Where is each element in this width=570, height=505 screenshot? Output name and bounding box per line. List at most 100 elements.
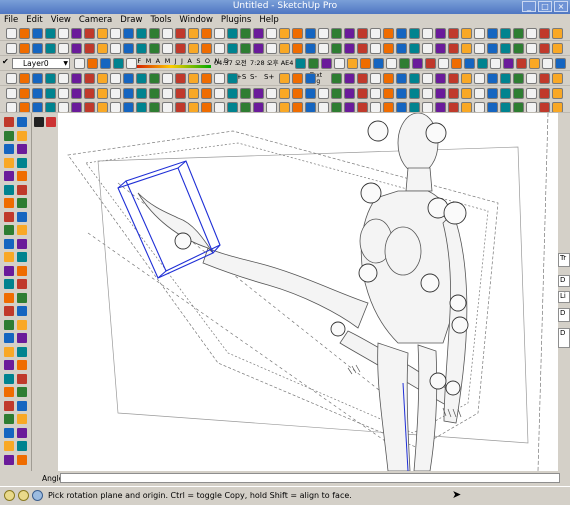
toolbar-tool-icon[interactable] [409, 28, 420, 39]
toolbar-tool-icon[interactable] [370, 73, 381, 84]
zoomext-icon[interactable] [17, 441, 27, 451]
toolbar-tool-icon[interactable] [227, 88, 238, 99]
toolbar-tool-icon[interactable] [500, 28, 511, 39]
toolbar-tool-icon[interactable] [6, 88, 17, 99]
toolbar-tool-icon[interactable] [409, 102, 420, 112]
toolbar-tool-icon[interactable] [539, 28, 550, 39]
toolbar-tool-icon[interactable] [123, 73, 134, 84]
toolbar-tool-icon[interactable] [448, 88, 459, 99]
toolbar-tool-icon[interactable] [175, 43, 186, 54]
zoom-icon[interactable] [4, 414, 14, 424]
toolbar-tool-icon[interactable] [396, 28, 407, 39]
toolbar-tool-icon[interactable] [32, 102, 43, 112]
axes-icon[interactable] [4, 360, 14, 370]
toolbar-tool-icon[interactable] [136, 73, 147, 84]
line-icon[interactable] [4, 184, 14, 195]
move-icon[interactable] [17, 225, 27, 235]
toolbar-tool-icon[interactable] [188, 73, 199, 84]
walk-icon[interactable] [4, 454, 14, 465]
toolbar-tool-icon[interactable] [448, 102, 459, 112]
toolbar-tool-icon[interactable] [253, 43, 264, 54]
toolbar-tool-icon[interactable] [474, 88, 485, 99]
toolbar-tool-icon[interactable] [422, 88, 433, 99]
toolbar-tool-icon[interactable] [97, 88, 108, 99]
toolbar-tool-icon[interactable] [175, 102, 186, 112]
toolbar-tool-icon[interactable] [32, 28, 43, 39]
menu-tools[interactable]: Tools [150, 15, 171, 25]
toolbar-tool-icon[interactable] [97, 102, 108, 112]
toolbar-tool-icon[interactable] [292, 73, 303, 84]
toolbar-tool-icon[interactable] [383, 28, 394, 39]
toolbar-tool-icon[interactable] [227, 102, 238, 112]
followme-icon[interactable] [4, 265, 14, 276]
toolbar-tool-icon[interactable] [357, 28, 368, 39]
menu-draw[interactable]: Draw [120, 15, 142, 25]
toolbar-tool-icon[interactable] [227, 28, 238, 39]
toolbar-tool-icon[interactable] [305, 88, 316, 99]
walk-icon[interactable] [17, 454, 27, 465]
toolbar-tool-icon[interactable] [201, 88, 212, 99]
toolbar-tool-icon[interactable] [344, 88, 355, 99]
toolbar-tool-icon[interactable] [175, 73, 186, 84]
toolbar-tool-icon[interactable] [240, 43, 251, 54]
toolbar-tool-icon[interactable] [539, 73, 550, 84]
toolbar-tool-icon[interactable] [435, 88, 446, 99]
toolbar-tool-icon[interactable] [227, 43, 238, 54]
menu-camera[interactable]: Camera [79, 15, 112, 25]
select-icon[interactable] [17, 117, 27, 127]
toolbar-tool-icon[interactable] [162, 73, 173, 84]
toolbar-tool-icon[interactable] [383, 73, 394, 84]
circle-icon[interactable] [4, 198, 14, 208]
dimension-icon[interactable] [4, 319, 14, 330]
toolbar-tool-icon[interactable] [487, 102, 498, 112]
vcb-input[interactable] [60, 473, 560, 483]
toolbar-tool-icon[interactable] [266, 88, 277, 99]
toolbar-tool-icon[interactable] [370, 88, 381, 99]
zoomwindow-icon[interactable] [4, 427, 14, 438]
toolbar-tool-icon[interactable] [513, 102, 524, 112]
toolbar-tool-icon[interactable] [100, 58, 111, 69]
toolbar-tool-icon[interactable] [357, 88, 368, 99]
eraser-icon[interactable] [17, 130, 27, 141]
toolbar-tool-icon[interactable] [214, 102, 225, 112]
scale-icon[interactable] [17, 279, 27, 289]
toolbar-tool-icon[interactable] [45, 73, 56, 84]
toolbar-tool-icon[interactable] [149, 102, 160, 112]
toolbar-tool-icon[interactable] [490, 58, 501, 69]
toolbar-tool-icon[interactable] [201, 102, 212, 112]
rectangle-icon[interactable] [17, 171, 27, 181]
toolbar-tool-icon[interactable] [383, 88, 394, 99]
toolbar-tool-icon[interactable] [32, 43, 43, 54]
toolbar-tool-icon[interactable] [308, 58, 319, 69]
toolbar-tool-icon[interactable] [516, 58, 527, 69]
toolbar-tool-icon[interactable] [292, 43, 303, 54]
menu-plugins[interactable]: Plugins [221, 15, 251, 25]
toolbar-tool-icon[interactable] [331, 43, 342, 54]
toolbar-tool-icon[interactable] [175, 28, 186, 39]
pan-icon[interactable] [17, 400, 27, 411]
offset-icon[interactable] [4, 292, 14, 303]
toolbar-tool-icon[interactable] [136, 43, 147, 54]
toolbar-tool-icon[interactable] [188, 28, 199, 39]
tape-icon[interactable] [17, 306, 27, 316]
toolbar-tool-icon[interactable] [58, 73, 69, 84]
toolbar-tool-icon[interactable] [435, 102, 446, 112]
toolbar-tool-icon[interactable] [71, 43, 82, 54]
toolbar-tool-icon[interactable] [360, 58, 371, 69]
eraser-icon[interactable] [4, 130, 14, 141]
toolbar-tool-icon[interactable] [539, 88, 550, 99]
toolbar-tool-icon[interactable] [240, 28, 251, 39]
toolbar-tool-icon[interactable] [123, 102, 134, 112]
toolbar-tool-icon[interactable] [279, 73, 290, 84]
followme-icon[interactable] [17, 265, 27, 276]
s-minus-label[interactable]: S- [250, 73, 257, 81]
toolbar-tool-icon[interactable] [422, 43, 433, 54]
toolbar-tool-icon[interactable] [409, 43, 420, 54]
toolbar-tool-icon[interactable] [305, 102, 316, 112]
shadow-time-end[interactable]: 7:28 오후 AE4 [250, 57, 293, 67]
toolbar-tool-icon[interactable] [552, 88, 563, 99]
toolbar-tool-icon[interactable] [201, 43, 212, 54]
toolbar-tool-icon[interactable] [305, 28, 316, 39]
toolbar-tool-icon[interactable] [136, 88, 147, 99]
question-icon[interactable] [18, 490, 29, 501]
